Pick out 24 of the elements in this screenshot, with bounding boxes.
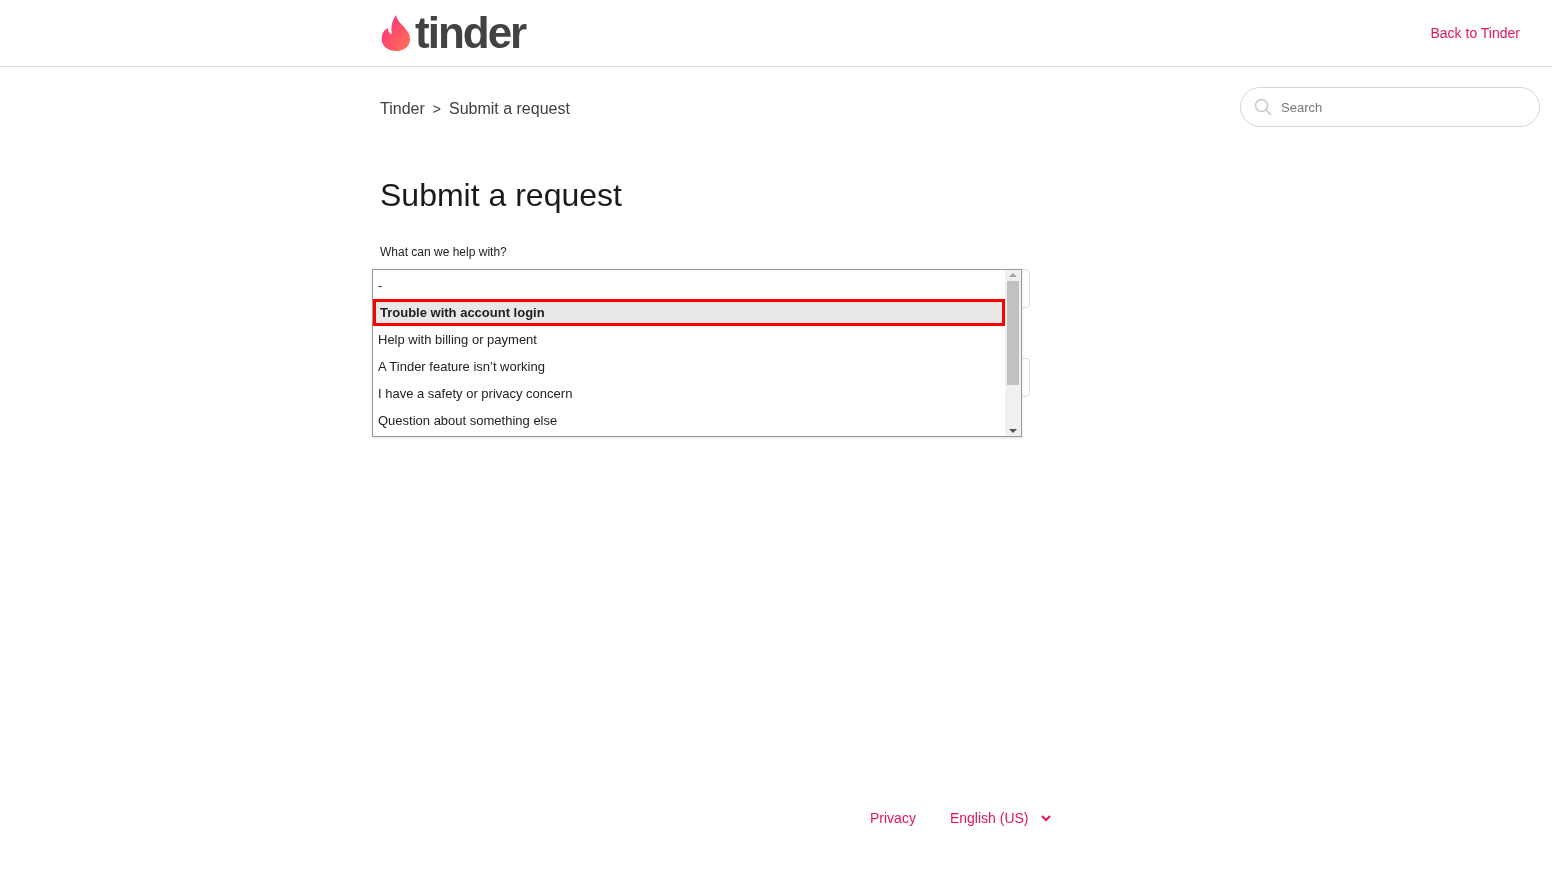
language-selector[interactable]: English (US)	[949, 808, 1051, 829]
dropdown-option[interactable]: Trouble with account login	[373, 299, 1005, 326]
field-label: What can we help with?	[380, 244, 508, 261]
chevron-down-icon	[1040, 815, 1051, 822]
search-icon	[1254, 98, 1272, 116]
search-field[interactable]: Search	[1240, 87, 1540, 127]
footer-link[interactable]: Privacy	[870, 808, 916, 829]
dropdown-option[interactable]: Help with billing or payment	[373, 326, 1005, 353]
page-title: Submit a request	[379, 179, 623, 211]
breadcrumb-link[interactable]: Submit a request	[448, 97, 570, 121]
back-link[interactable]: Back to Tinder	[1430, 22, 1520, 44]
dropdown-option[interactable]: -	[373, 272, 1005, 299]
dropdown-option[interactable]: A Tinder feature isn’t working	[373, 353, 1005, 380]
dropdown-option[interactable]: I have a safety or privacy concern	[373, 380, 1005, 407]
dropdown-list[interactable]: - Trouble with account login Help with billing or payment A Tinder feature isn’t working I have a safety or privacy concern Question about something else	[372, 269, 1022, 437]
flame-icon	[380, 14, 412, 52]
scrollbar-thumb[interactable]	[1007, 281, 1019, 385]
scrollbar[interactable]	[1005, 270, 1021, 436]
breadcrumb-separator: >	[432, 99, 441, 119]
logo-text[interactable]: tinder	[415, 11, 526, 55]
scroll-down-icon[interactable]	[1009, 428, 1017, 434]
scroll-up-icon[interactable]	[1009, 272, 1017, 278]
breadcrumb-link[interactable]: Tinder	[380, 97, 425, 121]
dropdown-option[interactable]: Question about something else	[373, 407, 1005, 434]
